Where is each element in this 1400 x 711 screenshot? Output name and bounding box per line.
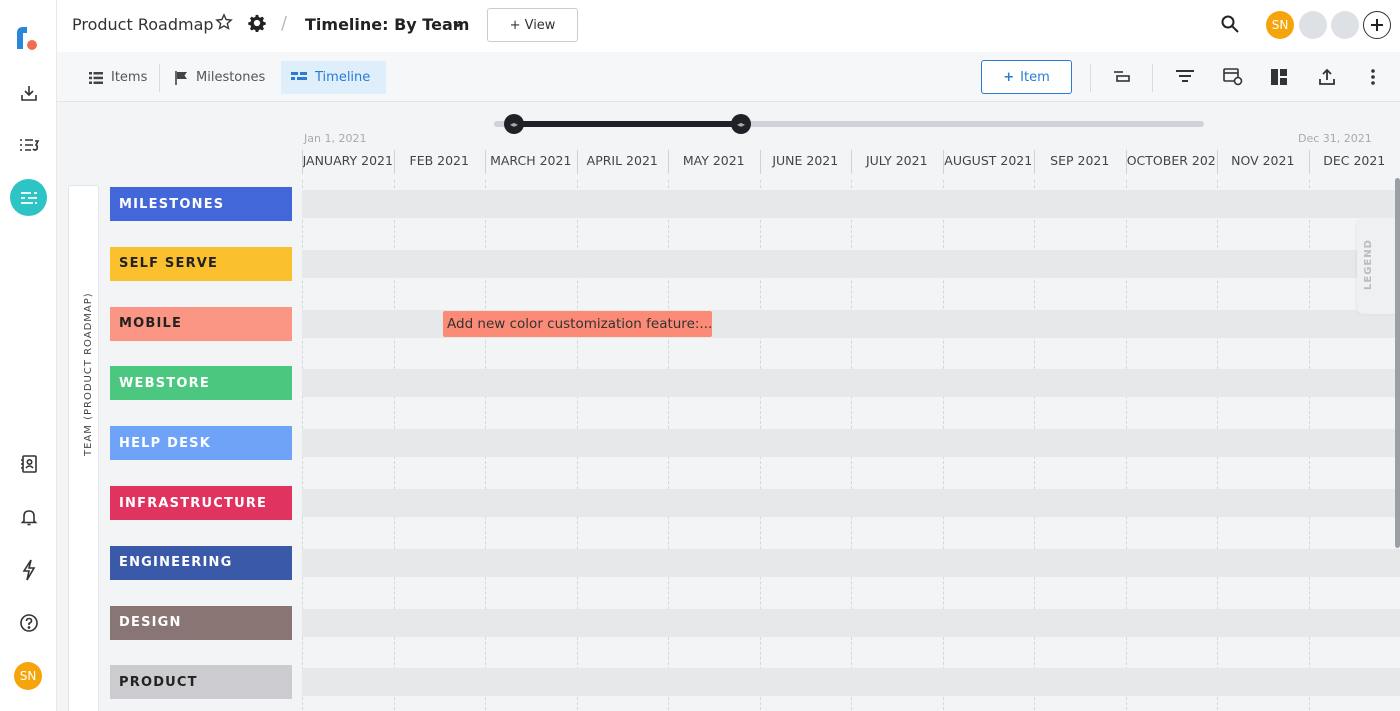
more-options-icon[interactable] — [1370, 68, 1376, 90]
month-separator — [1308, 150, 1310, 174]
axis-label: TEAM (PRODUCT ROADMAP) — [83, 292, 94, 456]
timeline-grid — [302, 180, 1400, 711]
month-separator — [668, 150, 669, 174]
month-label: MARCH 2021 — [490, 153, 572, 168]
layout-icon[interactable] — [1270, 68, 1288, 90]
tab-label: Milestones — [196, 70, 266, 85]
month-label: SEP 2021 — [1050, 153, 1110, 168]
legend-tab[interactable]: LEGEND — [1357, 220, 1400, 314]
team-row-band[interactable] — [302, 548, 1400, 577]
tab-divider — [159, 64, 160, 92]
month-separator — [485, 150, 486, 174]
roadmunk-logo-icon[interactable] — [15, 25, 39, 51]
month-separator — [393, 150, 395, 174]
timeline-icon[interactable] — [10, 179, 47, 216]
month-separator — [942, 150, 944, 174]
month-label: OCTOBER 202 — [1126, 153, 1216, 168]
timeline-icon — [291, 71, 307, 80]
month-separator — [759, 150, 761, 174]
team-row-band[interactable] — [302, 668, 1400, 697]
month-separator — [1217, 150, 1218, 174]
format-icon[interactable] — [1223, 68, 1243, 90]
collaborator-avatar-placeholder[interactable] — [1299, 11, 1327, 39]
add-view-button[interactable]: + View — [487, 8, 578, 42]
range-start-date: Jan 1, 2021 — [304, 132, 367, 145]
month-separator — [302, 150, 303, 174]
month-label: JANUARY 2021 — [302, 153, 393, 168]
legend-label: LEGEND — [1363, 239, 1374, 290]
collaborator-avatar-placeholder[interactable] — [1331, 11, 1359, 39]
toolbar-divider — [1152, 64, 1153, 92]
bolt-icon[interactable] — [10, 551, 47, 588]
team-label[interactable]: ENGINEERING — [110, 545, 292, 580]
tab-label: Timeline — [315, 70, 371, 85]
chevron-down-icon[interactable] — [451, 16, 465, 35]
list-icon[interactable] — [10, 126, 47, 163]
project-name[interactable]: Product Roadmap — [72, 15, 214, 34]
bar-style-icon[interactable] — [1113, 68, 1131, 90]
vertical-scrollbar[interactable] — [1395, 178, 1400, 548]
range-end-handle[interactable]: ◂▸ — [731, 114, 751, 134]
roadmap-item-bar[interactable]: Add new color customization feature:... — [443, 310, 712, 337]
month-separator — [576, 150, 578, 174]
collaborator-avatar[interactable]: SN — [1266, 11, 1294, 39]
month-label: APRIL 2021 — [586, 153, 658, 168]
left-rail: SN — [0, 0, 57, 711]
team-label[interactable]: SELF SERVE — [110, 246, 292, 281]
range-end-date: Dec 31, 2021 — [1298, 132, 1372, 145]
date-range-selection[interactable] — [514, 121, 741, 127]
bell-icon[interactable] — [10, 498, 47, 535]
month-separator — [1034, 150, 1035, 174]
tab-milestones[interactable]: Milestones — [165, 61, 275, 94]
team-label[interactable]: MOBILE — [110, 306, 292, 341]
team-label[interactable]: PRODUCT — [110, 665, 292, 700]
month-label: DEC 2021 — [1323, 153, 1386, 168]
import-icon[interactable] — [10, 74, 47, 111]
list-icon — [89, 71, 103, 84]
team-row-band[interactable] — [302, 249, 1400, 278]
month-label: FEB 2021 — [409, 153, 469, 168]
month-label: AUGUST 2021 — [944, 153, 1033, 168]
axis-panel: TEAM (PRODUCT ROADMAP) — [68, 185, 99, 711]
add-collaborator-button[interactable] — [1363, 11, 1391, 39]
user-avatar[interactable]: SN — [14, 662, 42, 690]
top-bar: Product Roadmap / Timeline: By Team + Vi… — [57, 0, 1400, 52]
star-icon[interactable] — [215, 13, 233, 35]
month-separator — [851, 150, 852, 174]
add-item-label: Item — [1020, 69, 1050, 85]
month-label: JUNE 2021 — [772, 153, 839, 168]
team-row-band[interactable] — [302, 429, 1400, 458]
view-name[interactable]: Timeline: By Team — [305, 15, 469, 34]
month-separator — [1125, 150, 1127, 174]
plus-icon: + — [1003, 69, 1015, 85]
team-label[interactable]: INFRASTRUCTURE — [110, 486, 292, 520]
range-start-handle[interactable]: ◂▸ — [504, 114, 524, 134]
team-row-band[interactable] — [302, 369, 1400, 398]
team-label[interactable]: HELP DESK — [110, 426, 292, 461]
tab-items[interactable]: Items — [79, 61, 157, 94]
team-label[interactable]: DESIGN — [110, 605, 292, 640]
contacts-icon[interactable] — [10, 445, 47, 482]
filter-icon[interactable] — [1175, 68, 1195, 88]
timeline-canvas: ◂▸ ◂▸ Jan 1, 2021 Dec 31, 2021 JANUARY 2… — [57, 102, 1400, 711]
gear-icon[interactable] — [248, 14, 266, 36]
team-row-band[interactable] — [302, 489, 1400, 517]
month-label: JULY 2021 — [865, 153, 928, 168]
month-label: MAY 2021 — [682, 153, 745, 168]
export-icon[interactable] — [1318, 68, 1336, 90]
view-tab-bar: Items Milestones Timeline + Item — [57, 52, 1400, 102]
flag-icon — [175, 70, 187, 85]
add-item-button[interactable]: + Item — [981, 60, 1072, 94]
team-row-band[interactable] — [302, 608, 1400, 637]
team-label[interactable]: WEBSTORE — [110, 366, 292, 401]
month-label: NOV 2021 — [1231, 153, 1295, 168]
help-icon[interactable] — [10, 604, 47, 641]
toolbar-divider — [1090, 64, 1091, 92]
search-icon[interactable] — [1220, 14, 1240, 38]
tab-label: Items — [111, 70, 148, 85]
tab-timeline[interactable]: Timeline — [281, 61, 386, 94]
breadcrumb-separator: / — [281, 13, 288, 34]
team-label[interactable]: MILESTONES — [110, 187, 292, 221]
team-row-band[interactable] — [302, 190, 1400, 218]
